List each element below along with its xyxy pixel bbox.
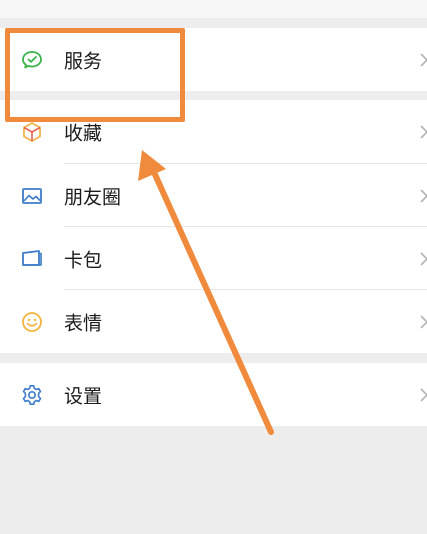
chevron-right-icon: [420, 124, 427, 139]
menu-item-card-wallet[interactable]: 卡包: [0, 227, 427, 290]
menu-item-label: 设置: [64, 385, 103, 407]
chevron-right-icon: [420, 314, 427, 329]
settings-gear-icon: [22, 384, 42, 405]
chevron-right-icon: [420, 52, 427, 67]
menu-item-settings[interactable]: 设置: [0, 363, 427, 426]
chevron-right-icon: [420, 251, 427, 266]
features-section: 收藏 朋友圈 卡包 表情: [0, 100, 427, 353]
menu-item-label: 表情: [64, 312, 103, 334]
chevron-right-icon: [420, 387, 427, 402]
chevron-right-icon: [420, 188, 427, 203]
menu-item-label: 卡包: [64, 249, 103, 271]
menu-item-label: 服务: [64, 50, 103, 72]
wechat-pay-icon: [22, 50, 42, 68]
settings-section: 设置: [0, 363, 427, 426]
favorites-cube-icon: [23, 121, 41, 142]
menu-item-service[interactable]: 服务: [0, 28, 427, 91]
service-section: 服务: [0, 28, 427, 91]
menu-item-label: 收藏: [64, 122, 103, 144]
menu-item-favorites[interactable]: 收藏: [0, 100, 427, 163]
top-strip: [0, 0, 427, 18]
menu-item-label: 朋友圈: [64, 186, 122, 208]
me-page-screen: 服务 收藏 朋友圈 卡包 表情 设置: [0, 0, 427, 534]
card-wallet-icon: [22, 249, 42, 266]
moments-image-icon: [22, 187, 42, 204]
menu-item-stickers[interactable]: 表情: [0, 290, 427, 353]
menu-item-moments[interactable]: 朋友圈: [0, 164, 427, 227]
sticker-smile-icon: [22, 311, 42, 332]
